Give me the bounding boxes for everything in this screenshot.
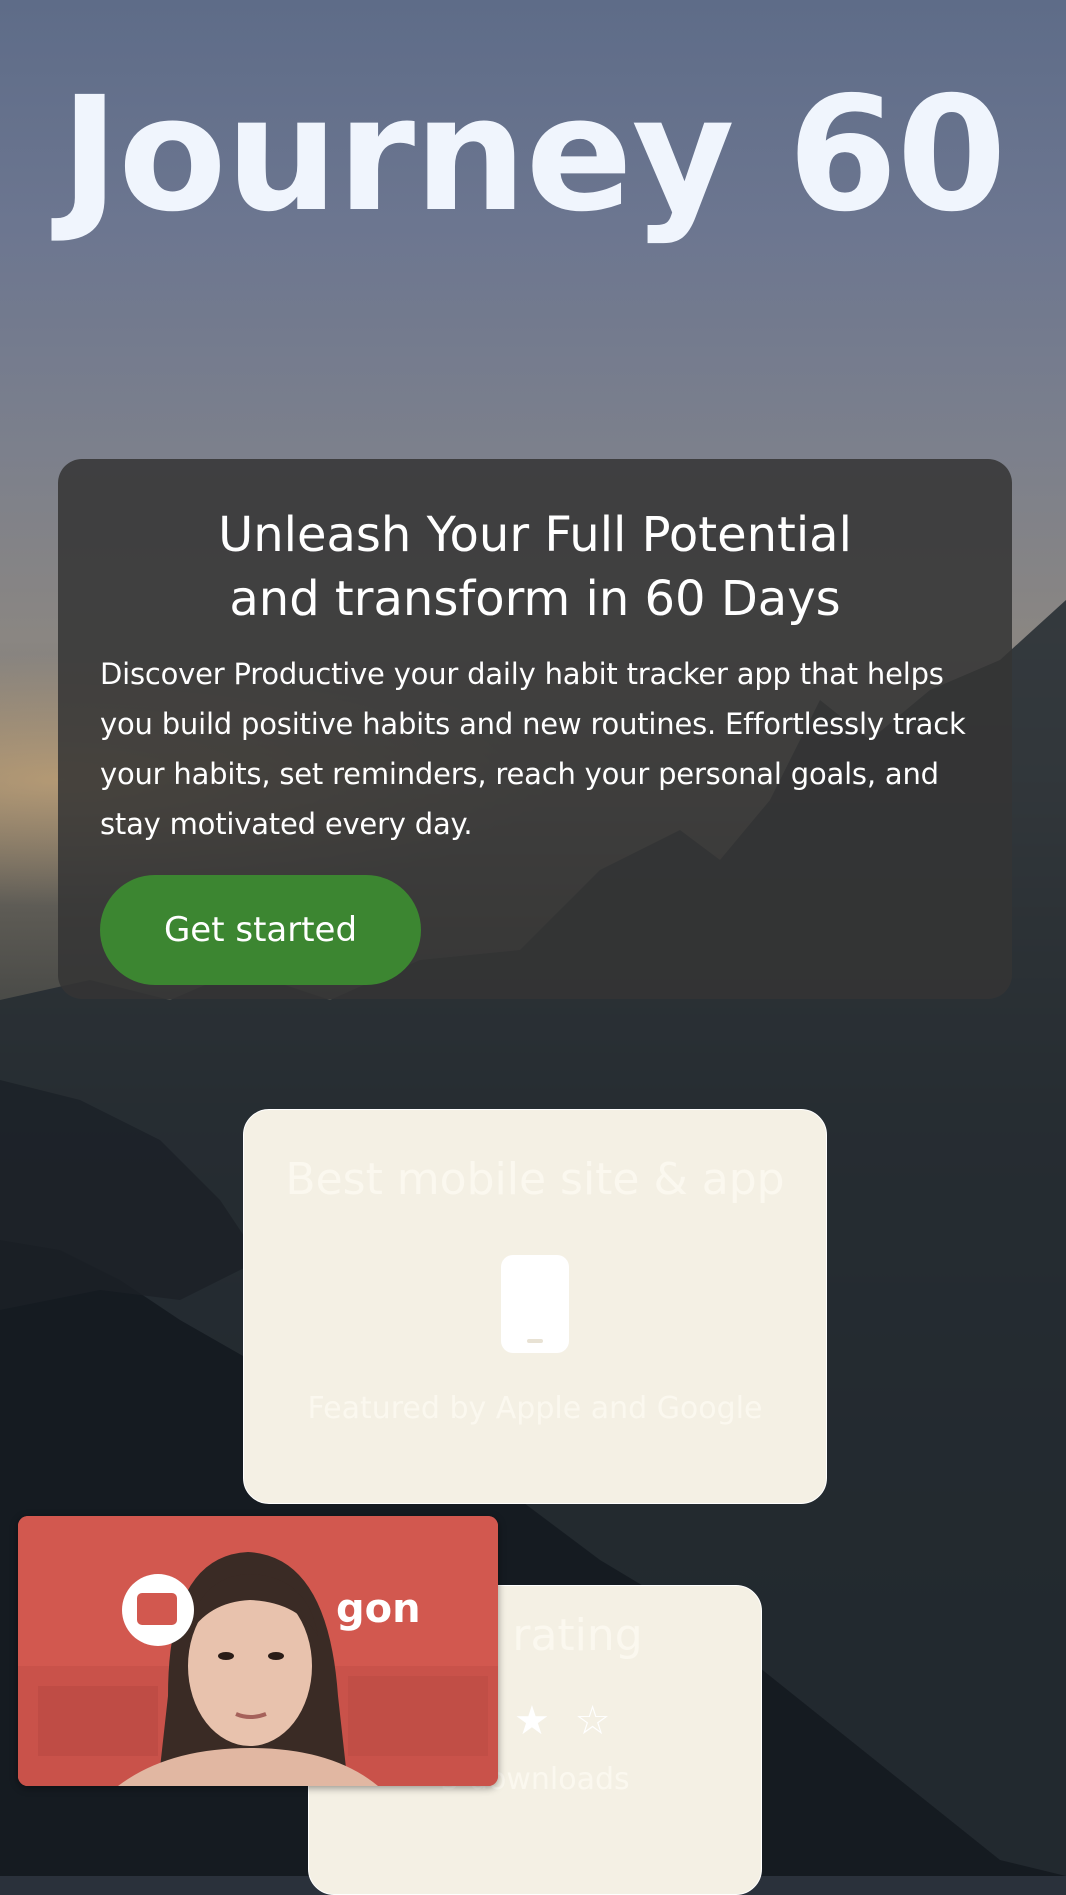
webcam-person-image: [18, 1516, 498, 1786]
hero-heading-line1: Unleash Your Full Potential: [218, 507, 852, 563]
bus-icon: [137, 1593, 177, 1625]
hero-heading: Unleash Your Full Potential and transfor…: [100, 503, 970, 631]
hero-panel: Unleash Your Full Potential and transfor…: [58, 459, 1012, 999]
feature-card-mobile: Best mobile site & app Featured by Apple…: [243, 1109, 827, 1504]
hero-description: Discover Productive your daily habit tra…: [100, 657, 966, 841]
phone-icon: [501, 1255, 569, 1353]
feature-card-subtitle: Featured by Apple and Google: [307, 1391, 763, 1426]
webcam-video-overlay[interactable]: gon: [18, 1516, 498, 1786]
hero-heading-line2: and transform in 60 Days: [229, 571, 841, 627]
video-brand-text: gon: [336, 1586, 421, 1632]
feature-card-title: Best mobile site & app: [285, 1154, 785, 1205]
app-title: Journey 60: [60, 63, 1006, 247]
get-started-button[interactable]: Get started: [100, 875, 421, 985]
